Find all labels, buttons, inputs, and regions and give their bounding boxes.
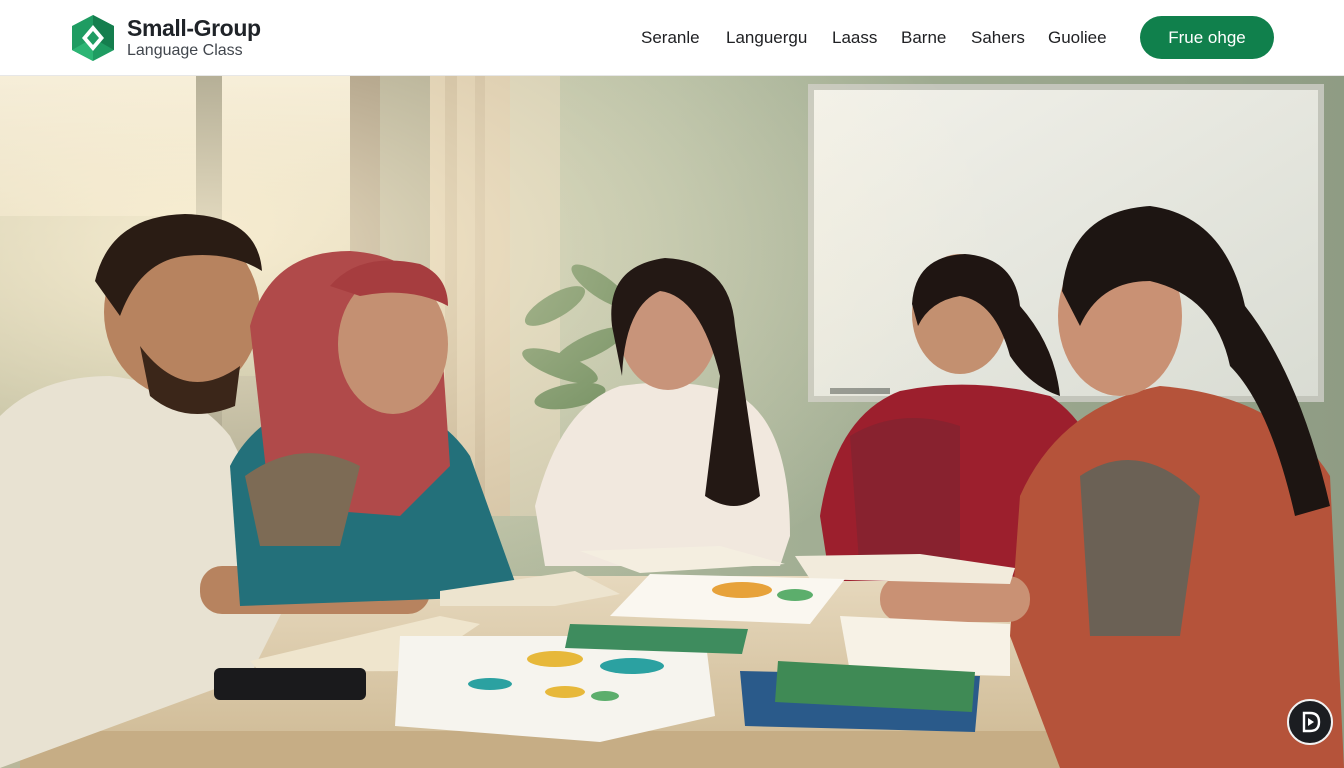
nav-item-4[interactable]: Barne [901, 26, 946, 50]
hero-image [0, 76, 1344, 768]
nav-item-6[interactable]: Guoliee [1048, 26, 1107, 50]
diamond-logo-icon [72, 15, 114, 61]
brand-subtitle: Language Class [127, 42, 243, 59]
nav-item-1[interactable]: Seranle [641, 26, 700, 50]
brand-logo[interactable]: Small-Group Language Class [70, 13, 261, 63]
site-header: Small-Group Language Class Seranle Langu… [0, 0, 1344, 76]
brand-title: Small-Group [127, 15, 261, 41]
play-button[interactable] [1287, 699, 1333, 745]
play-icon [1302, 711, 1321, 733]
nav-item-5[interactable]: Sahers [971, 26, 1025, 50]
class-photo [0, 76, 1344, 768]
nav-item-3[interactable]: Laass [832, 26, 877, 50]
cta-button[interactable]: Frue ohge [1140, 16, 1274, 59]
nav-item-2[interactable]: Languergu [726, 26, 807, 50]
